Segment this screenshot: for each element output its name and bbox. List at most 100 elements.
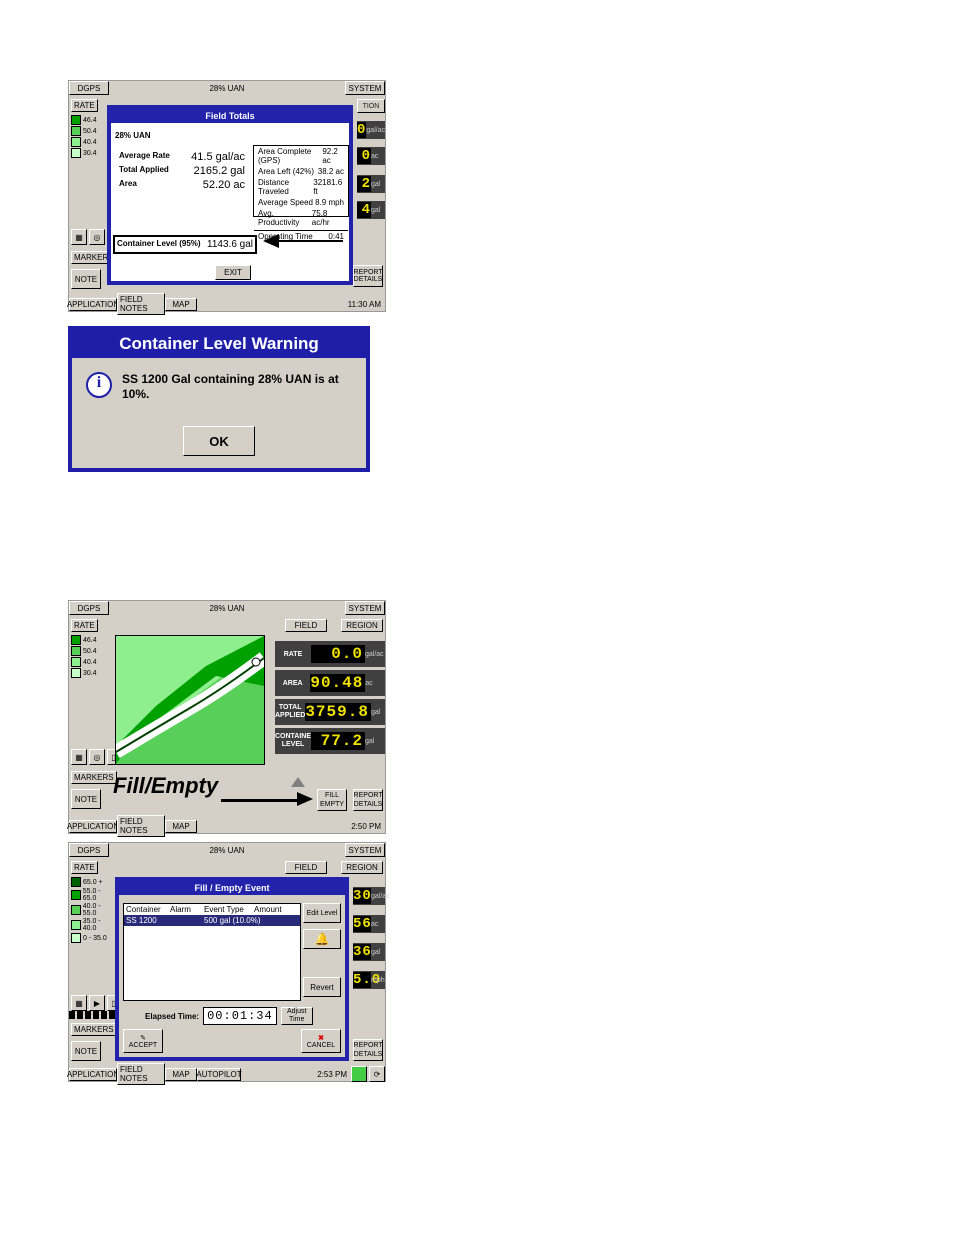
clock: 2:50 PM (351, 822, 381, 831)
clock: 11:30 AM (348, 300, 381, 309)
exit-button[interactable]: EXIT (215, 265, 251, 280)
legend: 46.4 50.4 40.4 30.4 (71, 115, 105, 159)
markers-button[interactable]: MARKERS (71, 1023, 117, 1036)
warning-message: SS 1200 Gal containing 28% UAN is at 10%… (122, 372, 352, 402)
edit-level-button[interactable]: Edit Level (303, 903, 341, 923)
tab-autopilot[interactable]: AUTOPILOT (197, 1068, 241, 1081)
label-container: CONTAINER LEVEL (275, 733, 311, 749)
dialog-title: Fill / Empty Event (119, 881, 345, 895)
event-row-selected[interactable]: SS 1200 500 gal (10.0%) (124, 915, 300, 926)
product-title: 28% UAN (109, 604, 345, 613)
container-level-warning-dialog: Container Level Warning SS 1200 Gal cont… (68, 326, 370, 472)
ok-button[interactable]: OK (183, 426, 255, 456)
adjust-time-button[interactable]: Adjust Time (281, 1007, 313, 1025)
target-icon[interactable]: ◎ (89, 749, 105, 765)
pencil-icon: ✎ (140, 1034, 146, 1042)
close-icon: ✖ (318, 1034, 324, 1042)
tab-application[interactable]: APPLICATION (69, 820, 117, 833)
accept-button[interactable]: ✎ ACCEPT (123, 1029, 163, 1053)
dgps-button[interactable]: DGPS (69, 601, 109, 615)
field-totals-dialog: Field Totals 28% UAN Average Rate41.5 ga… (107, 105, 353, 285)
system-button[interactable]: SYSTEM (345, 601, 385, 615)
label-area: AREA (275, 680, 310, 687)
target-icon[interactable]: ◎ (89, 229, 105, 245)
region-button[interactable]: REGION (341, 619, 383, 632)
lcd-container: 4 (357, 202, 371, 218)
legend: 65.0 + 55.0 - 65.0 40.0 - 55.0 35.0 - 40… (71, 877, 115, 944)
fill-empty-button[interactable]: FILL EMPTY (317, 789, 347, 811)
screen-map-fillempty: DGPS 28% UAN SYSTEM RATE FIELD REGION 46… (68, 600, 386, 834)
region-button[interactable]: REGION (341, 861, 383, 874)
rate-button[interactable]: RATE (71, 619, 98, 632)
rate-button[interactable]: RATE (71, 861, 98, 874)
container-level-box: Container Level (95%) 1143.6 gal (113, 235, 257, 254)
status-sync-icon[interactable]: ⟳ (369, 1066, 385, 1082)
lcd-rate: 30 (353, 888, 371, 904)
tab-field-notes[interactable]: FIELD NOTES (117, 293, 165, 315)
tab-application[interactable]: APPLICATION (69, 298, 117, 311)
clock: 2:53 PM (317, 1070, 347, 1079)
report-details-button[interactable]: REPORT DETAILS (353, 1039, 383, 1061)
dialog-title: Field Totals (111, 109, 349, 123)
lcd-total: 36 (353, 944, 371, 960)
tab-map[interactable]: MAP (165, 820, 197, 833)
product-title: 28% UAN (109, 846, 345, 855)
dgps-button[interactable]: DGPS (69, 843, 109, 857)
note-button[interactable]: NOTE (71, 1041, 101, 1061)
rate-button[interactable]: RATE (71, 99, 98, 112)
legend-swatch (71, 115, 81, 125)
tab-application[interactable]: APPLICATION (69, 1068, 117, 1081)
report-details-button[interactable]: REPORT DETAILS (353, 265, 383, 287)
elapsed-time-value: 00:01:34 (203, 1007, 277, 1025)
legend: 46.4 50.4 40.4 30.4 (71, 635, 105, 679)
lcd-total: 2 (357, 176, 371, 192)
tab-map[interactable]: MAP (165, 298, 197, 311)
tab-field-notes[interactable]: FIELD NOTES (117, 815, 165, 837)
event-list[interactable]: Container Alarm Event Type Amount SS 120… (123, 903, 301, 1001)
revert-button[interactable]: Revert (303, 977, 341, 997)
pattern-icon[interactable]: ▦ (71, 749, 87, 765)
lcd-rate: 0 (357, 122, 366, 138)
up-arrow-icon[interactable] (291, 777, 305, 787)
system-button[interactable]: SYSTEM (345, 843, 385, 857)
section-indicator (69, 1011, 117, 1019)
markers-button[interactable]: MARKERS (71, 771, 117, 784)
lcd-speed: 5.0 (353, 972, 371, 988)
label-total: TOTAL APPLIED (275, 704, 305, 720)
fillempty-annotation: Fill/Empty (113, 773, 218, 799)
system-button[interactable]: SYSTEM (345, 81, 385, 95)
dgps-button[interactable]: DGPS (69, 81, 109, 95)
stats-pane: Area Complete (GPS)92.2 ac Area Left (42… (253, 145, 349, 217)
status-green-icon (351, 1066, 367, 1082)
cancel-button[interactable]: ✖ CANCEL (301, 1029, 341, 1053)
field-button[interactable]: FIELD (285, 619, 327, 632)
lcd-total: 3759.8 (305, 703, 371, 721)
lcd-area: 90.48 (310, 674, 365, 692)
legend-swatch (71, 126, 81, 136)
info-icon (86, 372, 112, 398)
report-details-button[interactable]: REPORT DETAILS (353, 789, 383, 811)
alarm-bell-button[interactable]: 🔔 (303, 929, 341, 949)
screen-field-totals: DGPS 28% UAN SYSTEM RATE 46.4 50.4 40.4 … (68, 80, 386, 312)
field-button[interactable]: FIELD (285, 861, 327, 874)
legend-swatch (71, 137, 81, 147)
fill-empty-event-dialog: Fill / Empty Event Container Alarm Event… (115, 877, 349, 1061)
lcd-area: 56 (353, 916, 371, 932)
note-button[interactable]: NOTE (71, 789, 101, 809)
warning-title: Container Level Warning (72, 330, 366, 358)
product-label: 28% UAN (115, 131, 249, 140)
note-button[interactable]: NOTE (71, 269, 101, 289)
play-icon[interactable]: ▶ (89, 995, 105, 1011)
label-rate: RATE (275, 651, 311, 658)
region-peek-button[interactable]: TION (357, 99, 385, 113)
legend-swatch (71, 148, 81, 158)
lcd-rate: 0.0 (311, 645, 365, 663)
lcd-area: 0 (357, 148, 371, 164)
coverage-map[interactable] (115, 635, 265, 765)
pattern-icon[interactable]: ▦ (71, 229, 87, 245)
lcd-container: 77.2 (311, 732, 365, 750)
product-title: 28% UAN (109, 84, 345, 93)
pattern-icon[interactable]: ▦ (71, 995, 87, 1011)
tab-field-notes[interactable]: FIELD NOTES (117, 1063, 165, 1085)
tab-map[interactable]: MAP (165, 1068, 197, 1081)
